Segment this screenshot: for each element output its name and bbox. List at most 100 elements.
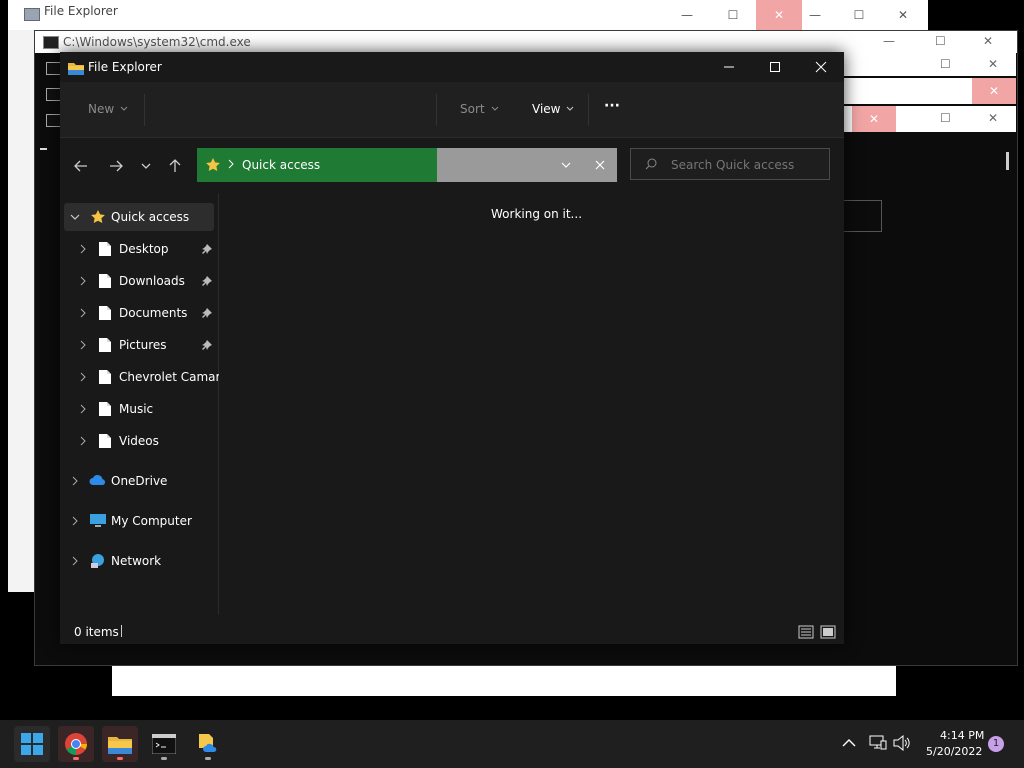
cloud-icon <box>89 473 106 489</box>
close-button[interactable]: ✕ <box>988 111 998 125</box>
sidebar-item-label: My Computer <box>111 514 192 528</box>
chevron-up-icon[interactable] <box>842 738 856 748</box>
file-icon <box>98 369 114 385</box>
clear-address-icon[interactable] <box>595 160 605 170</box>
cmd-titlebar-stack: ✕ ☐ ✕ <box>820 106 1016 132</box>
navigation-pane: Quick access Desktop Downloads Documents… <box>60 193 228 615</box>
more-options-button[interactable]: ··· <box>604 98 620 114</box>
sidebar-item-label: OneDrive <box>111 474 168 488</box>
sidebar-item-my-computer[interactable]: My Computer <box>60 507 218 535</box>
chevron-down-icon[interactable] <box>70 212 80 222</box>
chevron-right-icon[interactable] <box>78 404 88 414</box>
maximize-button[interactable]: ☐ <box>940 111 951 125</box>
star-icon <box>90 209 106 225</box>
chevron-right-icon[interactable] <box>70 516 80 526</box>
chevron-down-icon <box>120 106 128 112</box>
sidebar-item-desktop[interactable]: Desktop <box>60 235 218 263</box>
cmd-titlebar-stack: ☐ ✕ <box>820 52 1016 76</box>
network-status-icon[interactable] <box>869 735 887 751</box>
large-icons-view-icon[interactable] <box>820 625 836 639</box>
sidebar-item-videos[interactable]: Videos <box>60 427 218 455</box>
clock-date[interactable]: 5/20/2022 <box>926 745 982 758</box>
minimize-button[interactable] <box>706 52 752 82</box>
forward-arrow-icon[interactable] <box>107 157 125 175</box>
chevron-right-icon[interactable] <box>78 436 88 446</box>
maximize-button[interactable]: ☐ <box>935 34 946 48</box>
chrome-icon <box>64 732 88 756</box>
maximize-button[interactable]: ☐ <box>940 57 951 71</box>
file-icon <box>98 305 114 321</box>
running-indicator <box>161 757 167 760</box>
scrollbar-thumb[interactable] <box>1006 152 1009 170</box>
sidebar-item-downloads[interactable]: Downloads <box>60 267 218 295</box>
pin-icon <box>202 340 212 350</box>
up-arrow-icon[interactable] <box>166 157 184 175</box>
view-button[interactable]: View <box>532 102 574 116</box>
address-location[interactable]: Quick access <box>242 158 320 172</box>
address-bar[interactable]: Quick access <box>197 148 617 182</box>
chevron-right-icon[interactable] <box>78 244 88 254</box>
close-button[interactable]: ✕ <box>972 78 1016 104</box>
sidebar-item-label: Chevrolet Camaro <box>119 370 228 384</box>
taskbar-file-app[interactable] <box>190 726 226 762</box>
chevron-right-icon[interactable] <box>78 276 88 286</box>
minimize-button[interactable]: — <box>664 0 710 30</box>
running-indicator <box>73 757 79 760</box>
minimize-button[interactable]: — <box>883 34 895 48</box>
address-history-chevron-icon[interactable] <box>561 161 571 169</box>
maximize-button[interactable]: ☐ <box>836 0 882 30</box>
chevron-down-icon <box>491 106 499 112</box>
sidebar-item-music[interactable]: Music <box>60 395 218 423</box>
sidebar-item-chevrolet-camaro[interactable]: Chevrolet Camaro <box>60 363 228 391</box>
background-input-box <box>840 200 882 232</box>
sidebar-item-onedrive[interactable]: OneDrive <box>60 467 218 495</box>
status-divider <box>121 625 122 637</box>
sidebar-item-documents[interactable]: Documents <box>60 299 218 327</box>
sidebar-item-pictures[interactable]: Pictures <box>60 331 218 359</box>
new-button[interactable]: New <box>88 102 128 116</box>
window-title: File Explorer <box>88 60 162 74</box>
file-list-area[interactable]: Working on it... <box>219 193 844 615</box>
cmd-window-title: C:\Windows\system32\cmd.exe <box>63 35 251 49</box>
volume-icon[interactable] <box>893 735 911 751</box>
close-button[interactable]: ✕ <box>988 57 998 71</box>
search-box[interactable] <box>630 148 830 180</box>
sidebar-item-label: Quick access <box>111 210 190 224</box>
terminal-icon <box>152 734 176 754</box>
taskbar-command-prompt[interactable] <box>146 726 182 762</box>
sidebar-item-label: Music <box>119 402 154 416</box>
windows-logo-icon <box>21 733 43 755</box>
taskbar-file-explorer[interactable] <box>102 726 138 762</box>
sidebar-item-network[interactable]: Network <box>60 547 218 575</box>
sort-button[interactable]: Sort <box>460 102 499 116</box>
details-view-icon[interactable] <box>798 625 814 639</box>
sidebar-item-label: Desktop <box>119 242 169 256</box>
search-input[interactable] <box>669 155 823 175</box>
pin-icon <box>202 276 212 286</box>
chevron-right-icon[interactable] <box>70 556 80 566</box>
clock-time[interactable]: 4:14 PM <box>940 729 984 742</box>
taskbar-chrome[interactable] <box>58 726 94 762</box>
close-button[interactable]: ✕ <box>852 106 896 132</box>
recent-locations-chevron-icon[interactable] <box>137 157 155 175</box>
status-bar: 0 items <box>60 615 844 644</box>
chevron-right-icon[interactable] <box>78 340 88 350</box>
chevron-right-icon[interactable] <box>78 372 88 382</box>
start-button[interactable] <box>14 726 50 762</box>
minimize-button[interactable]: — <box>792 0 838 30</box>
sort-button-label: Sort <box>460 102 485 116</box>
back-arrow-icon[interactable] <box>72 157 90 175</box>
file-icon <box>98 433 114 449</box>
close-button[interactable] <box>798 52 844 82</box>
taskbar: 4:14 PM 5/20/2022 1 <box>0 720 1024 768</box>
maximize-button[interactable]: ☐ <box>710 0 756 30</box>
chevron-right-icon[interactable] <box>78 308 88 318</box>
command-bar: New Sort View ··· <box>60 82 844 137</box>
close-button[interactable]: ✕ <box>880 0 926 30</box>
sidebar-item-quick-access[interactable]: Quick access <box>64 203 214 231</box>
maximize-button[interactable] <box>752 52 798 82</box>
search-icon <box>645 158 657 170</box>
notification-badge[interactable]: 1 <box>988 736 1004 752</box>
chevron-right-icon[interactable] <box>70 476 80 486</box>
close-button[interactable]: ✕ <box>983 34 993 48</box>
